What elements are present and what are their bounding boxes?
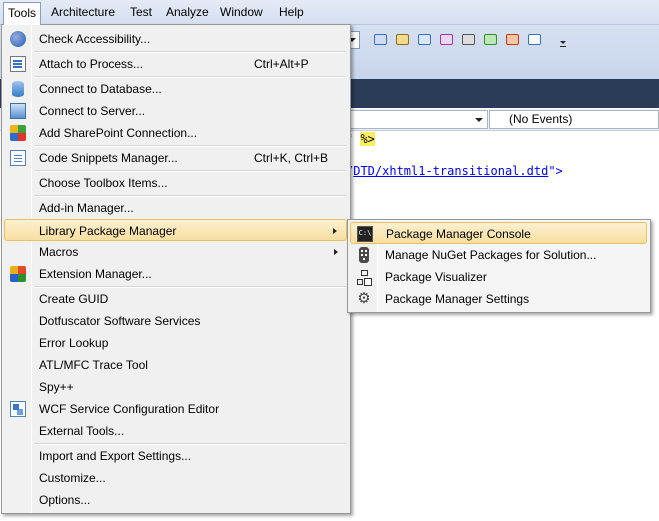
- menu-item-shortcut: Ctrl+K, Ctrl+B: [254, 151, 329, 165]
- menu-item-error-lookup[interactable]: Error Lookup: [4, 332, 347, 354]
- menu-item-extension-manager[interactable]: Extension Manager...: [4, 263, 347, 285]
- menu-item-label: Library Package Manager: [39, 224, 177, 238]
- submenu-arrow-icon: [334, 249, 338, 255]
- menu-analyze[interactable]: Analyze: [161, 2, 214, 22]
- gear-icon: ⚙: [357, 290, 371, 307]
- menu-item-code-snippets-manager[interactable]: Code Snippets Manager... Ctrl+K, Ctrl+B: [4, 147, 347, 169]
- code-aspx-delimiter: %>: [360, 132, 375, 146]
- menu-test[interactable]: Test: [125, 2, 157, 22]
- database-icon: [12, 81, 24, 97]
- snippets-icon: [10, 150, 26, 166]
- accessibility-icon: [10, 31, 26, 47]
- menu-item-choose-toolbox-items[interactable]: Choose Toolbox Items...: [4, 172, 347, 194]
- console-icon: C:\: [357, 226, 373, 242]
- chevron-down-icon: [475, 118, 483, 122]
- menu-item-import-export-settings[interactable]: Import and Export Settings...: [4, 445, 347, 467]
- menu-item-add-in-manager[interactable]: Add-in Manager...: [4, 197, 347, 219]
- menu-bar: Tools Architecture Test Analyze Window H…: [0, 0, 659, 25]
- menu-item-label: Dotfuscator Software Services: [39, 314, 201, 328]
- menu-item-label: Customize...: [39, 471, 106, 485]
- object-browser-icon[interactable]: [438, 31, 456, 49]
- menu-item-atl-mfc-trace-tool[interactable]: ATL/MFC Trace Tool: [4, 354, 347, 376]
- menu-item-label: Add SharePoint Connection...: [39, 126, 198, 140]
- solution-explorer-icon[interactable]: [416, 31, 434, 49]
- library-package-manager-submenu: C:\ Package Manager Console Manage NuGet…: [347, 219, 651, 313]
- menu-help[interactable]: Help: [274, 2, 309, 22]
- menu-item-customize[interactable]: Customize...: [4, 467, 347, 489]
- menu-item-package-manager-settings[interactable]: ⚙ Package Manager Settings: [350, 288, 647, 310]
- menu-item-create-guid[interactable]: Create GUID: [4, 288, 347, 310]
- menu-item-macros[interactable]: Macros: [4, 241, 347, 263]
- menu-item-label: Package Visualizer: [385, 270, 487, 284]
- attach-process-icon: [10, 56, 26, 72]
- extension-toolbar-icon[interactable]: [504, 31, 522, 49]
- menu-item-label: WCF Service Configuration Editor: [39, 402, 220, 416]
- menu-item-label: Manage NuGet Packages for Solution...: [385, 248, 597, 262]
- menu-item-label: Error Lookup: [39, 336, 109, 350]
- menu-item-external-tools[interactable]: External Tools...: [4, 420, 347, 442]
- menu-item-label: Extension Manager...: [39, 267, 152, 281]
- tools-icon[interactable]: [460, 31, 478, 49]
- sharepoint-icon: [10, 125, 26, 141]
- nuget-icon: [359, 247, 369, 263]
- wcf-icon: [10, 401, 26, 417]
- code-dtd-link[interactable]: DTD/xhtml1-transitional.dtd: [353, 164, 548, 178]
- menu-item-label: Connect to Server...: [39, 104, 146, 118]
- tree-icon: [356, 269, 372, 285]
- menu-item-label: Spy++: [39, 380, 74, 394]
- menu-item-label: Import and Export Settings...: [39, 449, 192, 463]
- code-suffix: ">: [548, 164, 563, 178]
- code-line: /DTD/xhtml1-transitional.dtd">: [346, 163, 563, 179]
- menu-tools[interactable]: Tools: [3, 2, 42, 25]
- menu-item-options[interactable]: Options...: [4, 489, 347, 511]
- menu-window[interactable]: Window: [215, 2, 268, 22]
- object-combo[interactable]: [348, 110, 488, 129]
- find-icon[interactable]: [372, 31, 390, 49]
- server-icon: [10, 103, 26, 119]
- menu-item-library-package-manager[interactable]: Library Package Manager: [4, 219, 347, 241]
- menu-item-label: Macros: [39, 245, 79, 259]
- menu-item-spy-plus-plus[interactable]: Spy++: [4, 376, 347, 398]
- menu-item-shortcut: Ctrl+Alt+P: [254, 57, 309, 71]
- menu-item-label: Package Manager Settings: [385, 292, 530, 306]
- menu-item-manage-nuget-packages[interactable]: Manage NuGet Packages for Solution...: [350, 244, 647, 266]
- menu-item-wcf-service-configuration-editor[interactable]: WCF Service Configuration Editor: [4, 398, 347, 420]
- menu-item-label: Code Snippets Manager...: [39, 151, 178, 165]
- menu-item-dotfuscator[interactable]: Dotfuscator Software Services: [4, 310, 347, 332]
- menu-item-label: Create GUID: [39, 292, 109, 306]
- events-combo[interactable]: (No Events): [489, 110, 659, 129]
- menu-item-label: Check Accessibility...: [39, 32, 151, 46]
- menu-item-label: Attach to Process...: [39, 57, 144, 71]
- menu-item-label: External Tools...: [39, 424, 125, 438]
- submenu-arrow-icon: [333, 228, 337, 234]
- properties-icon[interactable]: [394, 31, 412, 49]
- tools-menu: Check Accessibility... Attach to Process…: [1, 24, 351, 514]
- menu-item-label: Choose Toolbox Items...: [39, 176, 168, 190]
- command-window-icon[interactable]: [526, 31, 544, 49]
- menu-item-label: Connect to Database...: [39, 82, 162, 96]
- toolbar-overflow-icon[interactable]: [559, 33, 567, 48]
- menu-item-package-manager-console[interactable]: C:\ Package Manager Console: [350, 222, 647, 244]
- menu-item-attach-to-process[interactable]: Attach to Process... Ctrl+Alt+P: [4, 53, 347, 75]
- menu-item-label: Package Manager Console: [386, 227, 531, 241]
- menu-item-add-sharepoint-connection[interactable]: Add SharePoint Connection...: [4, 122, 347, 144]
- menu-item-connect-to-server[interactable]: Connect to Server...: [4, 100, 347, 122]
- extension-icon: [10, 266, 26, 282]
- menu-item-package-visualizer[interactable]: Package Visualizer: [350, 266, 647, 288]
- menu-architecture[interactable]: Architecture: [46, 2, 120, 22]
- menu-item-label: Add-in Manager...: [39, 201, 134, 215]
- menu-item-label: ATL/MFC Trace Tool: [39, 358, 148, 372]
- start-page-icon[interactable]: [482, 31, 500, 49]
- menu-item-label: Options...: [39, 493, 91, 507]
- menu-item-check-accessibility[interactable]: Check Accessibility...: [4, 28, 347, 50]
- menu-item-connect-to-database[interactable]: Connect to Database...: [4, 78, 347, 100]
